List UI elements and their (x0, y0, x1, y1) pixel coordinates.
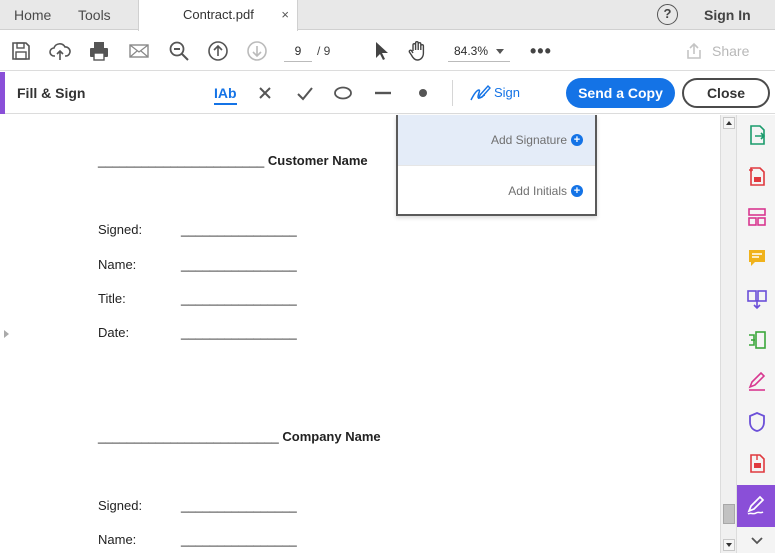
fill-sign-title: Fill & Sign (17, 85, 86, 101)
add-circle-icon: + (571, 134, 583, 146)
combine-files-icon[interactable] (746, 288, 768, 310)
check-mark-icon[interactable] (295, 82, 315, 104)
sign-active-icon (747, 495, 765, 515)
page-up-icon[interactable] (207, 40, 229, 62)
cross-mark-icon[interactable] (256, 82, 274, 104)
sign-dropdown-menu: Add Signature + Add Initials + (396, 115, 597, 216)
zoom-value: 84.3% (454, 44, 489, 58)
tab-document[interactable]: Contract.pdf × (138, 0, 298, 31)
field-blank: ________________ (181, 222, 297, 237)
sign-label: Sign (494, 85, 521, 100)
signature-line: _______________________ (98, 153, 265, 168)
field-label-signed: Signed: (98, 498, 143, 513)
add-initials-label: Add Initials (508, 184, 567, 198)
more-icon[interactable]: ••• (530, 40, 552, 62)
scroll-thumb[interactable] (723, 504, 735, 524)
help-icon[interactable]: ? (657, 4, 678, 25)
fill-sign-toolbar: Fill & Sign IAb Sign Send a Copy Close (0, 72, 775, 114)
hand-icon[interactable] (407, 40, 429, 62)
text-tool-icon[interactable]: IAb (214, 83, 237, 105)
page-down-icon[interactable] (246, 40, 268, 62)
field-label-date: Date: (98, 325, 130, 340)
add-signature-label: Add Signature (490, 133, 567, 147)
chevron-down-icon (496, 49, 504, 54)
sign-button[interactable]: Sign (468, 82, 528, 104)
field-blank: ________________ (181, 257, 297, 272)
company-name-line: _________________________ Company Name (98, 429, 381, 444)
zoom-select[interactable]: 84.3% (448, 40, 510, 62)
print-icon[interactable] (88, 40, 110, 62)
share-button[interactable]: Share (676, 39, 768, 63)
vertical-scrollbar[interactable] (720, 115, 736, 553)
edit-pdf-icon[interactable] (746, 206, 768, 228)
field-blank: ________________ (181, 532, 297, 547)
export-pdf-icon[interactable] (746, 124, 768, 146)
document-tab-title: Contract.pdf (183, 7, 254, 22)
share-label: Share (712, 43, 750, 59)
customer-name-line: _______________________ Customer Name (98, 153, 368, 168)
comment-icon[interactable] (746, 247, 768, 269)
send-copy-button[interactable]: Send a Copy (566, 78, 675, 108)
company-name-label: Company Name (282, 429, 381, 444)
line-icon[interactable] (373, 82, 393, 104)
field-label-title: Title: (98, 291, 126, 306)
protect-icon[interactable] (746, 411, 768, 433)
customer-name-label: Customer Name (267, 153, 368, 168)
field-label-name: Name: (98, 532, 137, 547)
dot-icon[interactable] (414, 82, 432, 104)
save-icon[interactable] (10, 40, 32, 62)
field-blank: ________________ (181, 498, 297, 513)
close-tab-icon[interactable]: × (281, 0, 289, 30)
ellipse-icon[interactable] (333, 82, 353, 104)
accent-stripe (0, 72, 5, 114)
chevron-down-icon[interactable] (749, 535, 765, 547)
field-label-signed: Signed: (98, 222, 143, 237)
expand-left-panel-icon[interactable] (4, 330, 9, 338)
field-blank: ________________ (181, 291, 297, 306)
tab-tools[interactable]: Tools (78, 0, 111, 30)
sign-in-link[interactable]: Sign In (704, 0, 751, 30)
field-blank: ________________ (181, 325, 297, 340)
document-view[interactable]: _______________________ Customer Name Si… (0, 115, 720, 553)
upload-cloud-icon[interactable] (49, 40, 71, 62)
email-icon[interactable] (128, 40, 150, 62)
tab-bar: Home Tools Contract.pdf × ? Sign In (0, 0, 775, 31)
signature-line: _________________________ (98, 429, 279, 444)
create-pdf-icon[interactable] (746, 165, 768, 187)
sign-tool-active[interactable] (737, 485, 775, 527)
compress-pdf-icon[interactable] (746, 452, 768, 474)
page-number-input[interactable]: 9 (284, 40, 312, 62)
scroll-down-arrow-icon[interactable] (723, 539, 735, 551)
add-signature-item[interactable]: Add Signature + (398, 115, 595, 165)
fill-sign-icon[interactable] (746, 370, 768, 392)
organize-pages-icon[interactable] (746, 329, 768, 351)
share-icon (687, 42, 701, 59)
main-toolbar: 9 / 9 84.3% ••• Share (0, 31, 775, 71)
add-initials-item[interactable]: Add Initials + (398, 165, 595, 215)
tab-home[interactable]: Home (14, 0, 51, 30)
page-total: / 9 (317, 44, 331, 58)
field-label-name: Name: (98, 257, 137, 272)
pen-sign-icon (470, 84, 491, 101)
select-arrow-icon[interactable] (370, 40, 392, 62)
scroll-up-arrow-icon[interactable] (723, 117, 735, 129)
right-tools-panel (736, 115, 775, 553)
add-circle-icon: + (571, 185, 583, 197)
zoom-out-icon[interactable] (168, 40, 190, 62)
close-button[interactable]: Close (682, 78, 770, 108)
toolbar-divider (452, 80, 453, 106)
